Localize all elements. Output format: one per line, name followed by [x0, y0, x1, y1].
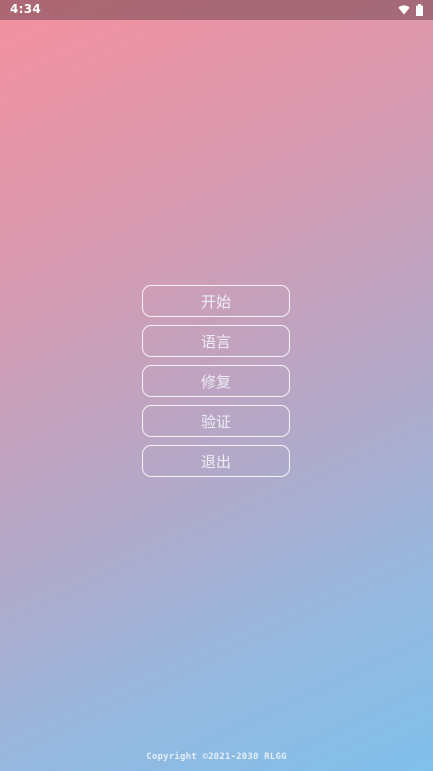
copyright-text: Copyright ©2021-2030 RLGG [146, 752, 287, 762]
language-button[interactable]: 语言 [142, 325, 290, 357]
battery-icon [416, 4, 423, 16]
status-icons [398, 3, 423, 17]
status-bar: 4:34 [0, 0, 433, 20]
exit-button[interactable]: 退出 [142, 445, 290, 477]
verify-button[interactable]: 验证 [142, 405, 290, 437]
start-button[interactable]: 开始 [142, 285, 290, 317]
repair-button[interactable]: 修复 [142, 365, 290, 397]
status-time: 4:34 [10, 2, 42, 16]
wifi-icon [398, 5, 410, 15]
main-menu: 开始 语言 修复 验证 退出 [142, 285, 290, 477]
